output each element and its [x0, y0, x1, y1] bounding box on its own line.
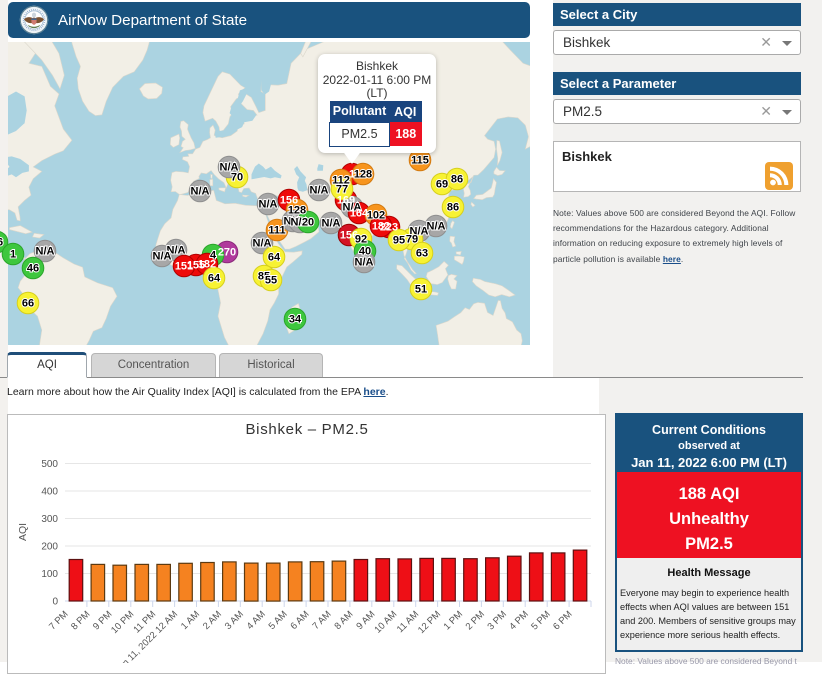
svg-text:8 AM: 8 AM — [332, 609, 355, 632]
svg-text:0: 0 — [52, 597, 58, 608]
svg-text:2 AM: 2 AM — [201, 609, 224, 632]
svg-text:300: 300 — [41, 514, 58, 525]
svg-text:10 AM: 10 AM — [372, 609, 399, 636]
svg-text:500: 500 — [41, 459, 58, 470]
svg-text:3 PM: 3 PM — [485, 609, 509, 633]
svg-text:6 AM: 6 AM — [289, 609, 312, 632]
svg-text:11 AM: 11 AM — [395, 609, 421, 635]
svg-text:200: 200 — [41, 542, 58, 553]
svg-text:10 PM: 10 PM — [109, 609, 136, 636]
svg-text:1 PM: 1 PM — [442, 609, 466, 633]
svg-text:8 PM: 8 PM — [69, 609, 93, 633]
svg-text:4 AM: 4 AM — [245, 609, 268, 632]
svg-text:400: 400 — [41, 487, 58, 498]
svg-text:AQI: AQI — [17, 523, 29, 541]
svg-text:5 PM: 5 PM — [529, 609, 553, 633]
svg-text:4 PM: 4 PM — [507, 609, 531, 633]
svg-text:3 AM: 3 AM — [223, 609, 246, 632]
svg-text:1 AM: 1 AM — [179, 609, 202, 632]
svg-text:2 PM: 2 PM — [464, 609, 488, 633]
svg-text:6 PM: 6 PM — [551, 609, 575, 633]
svg-text:7 AM: 7 AM — [311, 609, 334, 632]
svg-text:5 AM: 5 AM — [267, 609, 290, 632]
svg-text:7 PM: 7 PM — [47, 609, 71, 633]
svg-text:12 PM: 12 PM — [416, 609, 443, 636]
svg-text:Bishkek – PM2.5: Bishkek – PM2.5 — [245, 421, 368, 438]
svg-text:100: 100 — [41, 569, 58, 580]
